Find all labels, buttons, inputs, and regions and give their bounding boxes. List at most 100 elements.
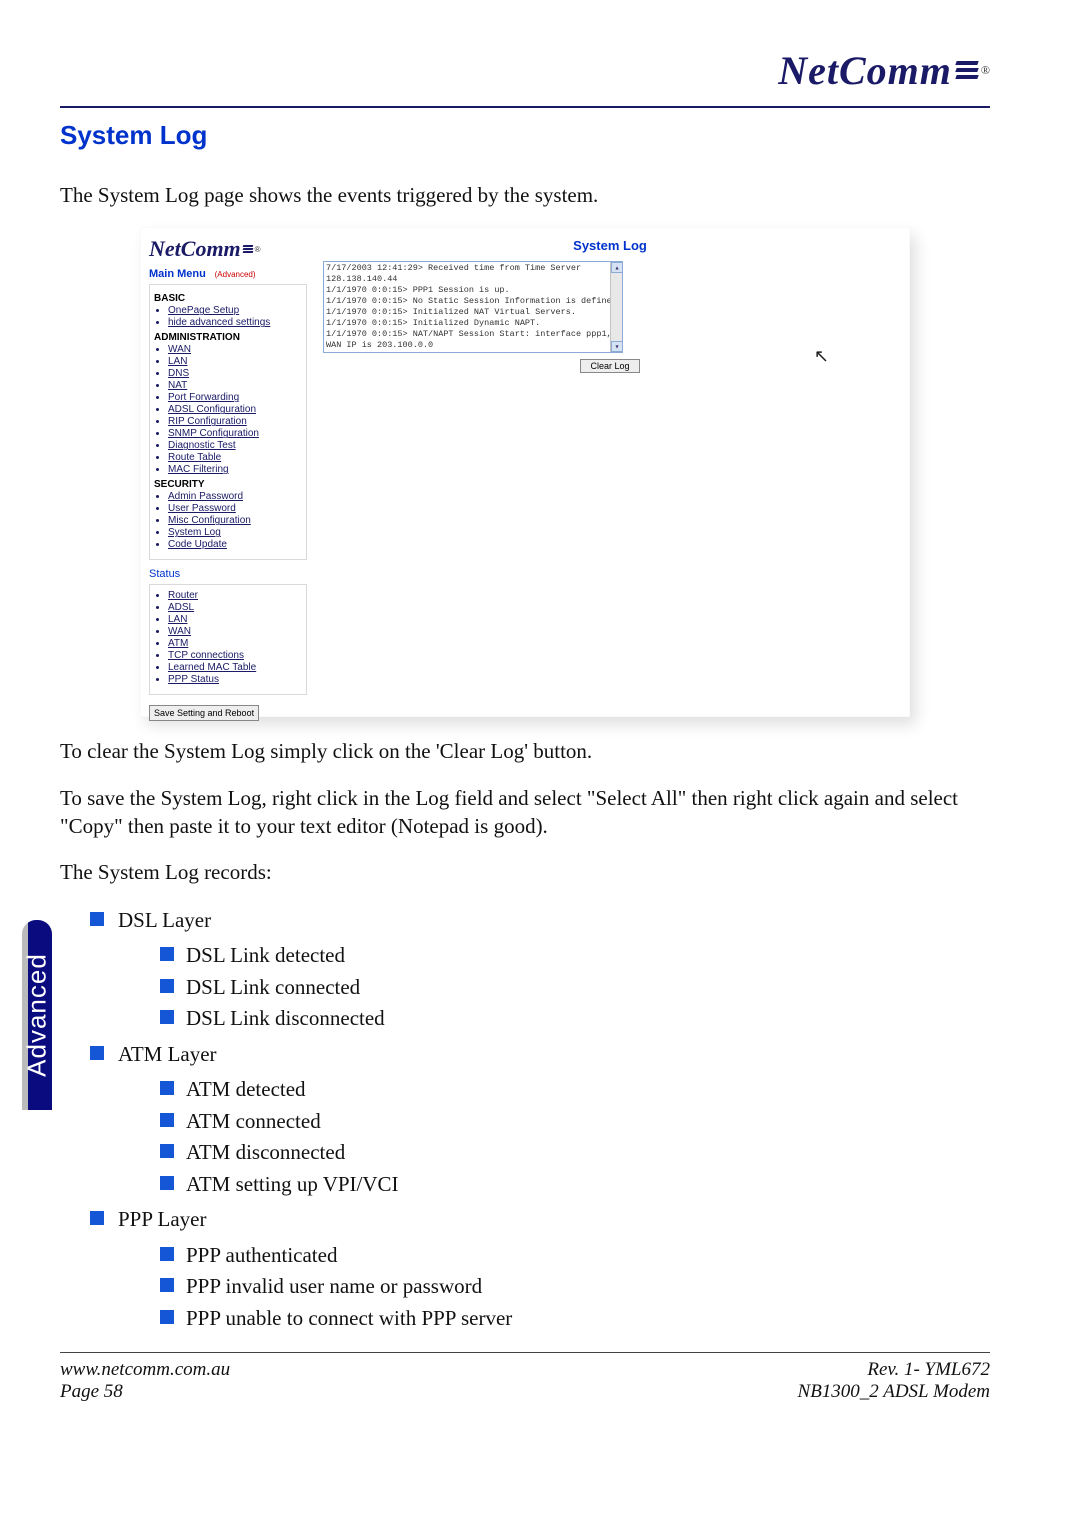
registered-mark-icon: ® — [981, 63, 990, 78]
sidebar-item[interactable]: Code Update — [168, 539, 302, 550]
sidebar-item[interactable]: ADSL — [168, 602, 302, 613]
panel-title: System Log — [323, 238, 897, 253]
log-line: 1/1/1970 0:0:15> PPP1: DNS Secondary IP … — [326, 351, 620, 353]
footer-right: Rev. 1- YML672 NB1300_2 ADSL Modem — [798, 1359, 990, 1403]
sidebar-link[interactable]: PPP Status — [168, 674, 219, 685]
sidebar-link[interactable]: MAC Filtering — [168, 464, 229, 475]
scroll-down-icon[interactable]: ▾ — [611, 341, 623, 352]
sidebar-item[interactable]: ADSL Configuration — [168, 404, 302, 415]
system-log-textarea[interactable]: 7/17/2003 12:41:29> Received time from T… — [323, 261, 623, 353]
section-tab: Advanced — [22, 920, 52, 1110]
sidebar-item[interactable]: SNMP Configuration — [168, 428, 302, 439]
sidebar-link[interactable]: Admin Password — [168, 491, 243, 502]
footer-page: Page 58 — [60, 1381, 230, 1403]
status-list: RouterADSLLANWANATMTCP connectionsLearne… — [168, 590, 302, 685]
sidebar-item[interactable]: Misc Configuration — [168, 515, 302, 526]
layer-subitem: ATM connected — [160, 1106, 990, 1138]
sidebar-link[interactable]: Router — [168, 590, 198, 601]
log-layers-list: DSL LayerDSL Link detectedDSL Link conne… — [90, 905, 990, 1335]
log-line: 1/1/1970 0:0:15> No Static Session Infor… — [326, 296, 620, 307]
intro-text: The System Log page shows the events tri… — [60, 181, 990, 209]
layer-subitem: ATM disconnected — [160, 1137, 990, 1169]
sidebar-link[interactable]: ADSL Configuration — [168, 404, 256, 415]
sidebar-link[interactable]: Learned MAC Table — [168, 662, 256, 673]
cursor-icon: ↖ — [814, 346, 829, 367]
page-footer: www.netcomm.com.au Page 58 Rev. 1- YML67… — [60, 1359, 990, 1403]
sidebar-link[interactable]: NAT — [168, 380, 187, 391]
sidebar-item[interactable]: Router — [168, 590, 302, 601]
router-screenshot: NetComm ® Main Menu (Advanced) BASIC One… — [140, 227, 910, 717]
sidebar-item[interactable]: NAT — [168, 380, 302, 391]
sidebar-link[interactable]: SNMP Configuration — [168, 428, 259, 439]
sidebar-link[interactable]: Diagnostic Test — [168, 440, 236, 451]
sidebar-item[interactable]: Route Table — [168, 452, 302, 463]
sidebar-link[interactable]: Code Update — [168, 539, 227, 550]
sidebar-item[interactable]: PPP Status — [168, 674, 302, 685]
sidebar-link[interactable]: DNS — [168, 368, 189, 379]
sidebar-box-status: RouterADSLLANWANATMTCP connectionsLearne… — [149, 584, 307, 695]
log-line: 1/1/1970 0:0:15> PPP1 Session is up. — [326, 285, 620, 296]
main-menu-sublabel: (Advanced) — [215, 270, 256, 279]
sidebar-link[interactable]: OnePage Setup — [168, 305, 239, 316]
sidebar-item[interactable]: Learned MAC Table — [168, 662, 302, 673]
sidebar-item[interactable]: Port Forwarding — [168, 392, 302, 403]
sidebar-item[interactable]: DNS — [168, 368, 302, 379]
sidebar-item[interactable]: hide advanced settings — [168, 317, 302, 328]
admin-list: WANLANDNSNATPort ForwardingADSL Configur… — [168, 344, 302, 475]
sidebar-link[interactable]: Route Table — [168, 452, 221, 463]
footer-left: www.netcomm.com.au Page 58 — [60, 1359, 230, 1403]
router-sidebar: NetComm ® Main Menu (Advanced) BASIC One… — [141, 228, 311, 716]
sidebar-item[interactable]: WAN — [168, 626, 302, 637]
sidebar-box-config: BASIC OnePage Setuphide advanced setting… — [149, 284, 307, 560]
layer-subitem: PPP unable to connect with PPP server — [160, 1303, 990, 1335]
scroll-up-icon[interactable]: ▴ — [611, 262, 623, 273]
layer-subitem: DSL Link detected — [160, 940, 990, 972]
registered-mark-icon: ® — [255, 245, 261, 254]
sidebar-item[interactable]: TCP connections — [168, 650, 302, 661]
router-main-panel: System Log 7/17/2003 12:41:29> Received … — [311, 228, 909, 716]
layer-subitem: DSL Link disconnected — [160, 1003, 990, 1035]
layer-sublist: ATM detectedATM connectedATM disconnecte… — [160, 1074, 990, 1200]
main-menu-label: Main Menu — [149, 268, 206, 280]
sidebar-item[interactable]: User Password — [168, 503, 302, 514]
section-tab-label: Advanced — [22, 953, 53, 1077]
sidebar-item[interactable]: WAN — [168, 344, 302, 355]
sidebar-item[interactable]: Diagnostic Test — [168, 440, 302, 451]
security-list: Admin PasswordUser PasswordMisc Configur… — [168, 491, 302, 550]
sidebar-item[interactable]: ATM — [168, 638, 302, 649]
sidebar-link[interactable]: WAN — [168, 626, 191, 637]
footer-url: www.netcomm.com.au — [60, 1359, 230, 1381]
sidebar-link[interactable]: Misc Configuration — [168, 515, 251, 526]
sidebar-link[interactable]: Port Forwarding — [168, 392, 239, 403]
brand-logo: NetComm ® — [778, 47, 990, 94]
sidebar-link[interactable]: TCP connections — [168, 650, 244, 661]
main-menu-heading: Main Menu (Advanced) — [149, 268, 307, 280]
sidebar-link[interactable]: ATM — [168, 638, 188, 649]
sidebar-item[interactable]: LAN — [168, 356, 302, 367]
clear-log-button[interactable]: Clear Log — [580, 359, 640, 373]
sidebar-item[interactable]: System Log — [168, 527, 302, 538]
sidebar-link[interactable]: LAN — [168, 614, 187, 625]
sidebar-link[interactable]: ADSL — [168, 602, 194, 613]
layer-subitem: ATM detected — [160, 1074, 990, 1106]
log-line: 128.138.140.44 — [326, 274, 620, 285]
sidebar-item[interactable]: Admin Password — [168, 491, 302, 502]
sidebar-item[interactable]: RIP Configuration — [168, 416, 302, 427]
sidebar-link[interactable]: RIP Configuration — [168, 416, 247, 427]
sidebar-link[interactable]: hide advanced settings — [168, 317, 270, 328]
footer-rev: Rev. 1- YML672 — [798, 1359, 990, 1381]
sidebar-item[interactable]: OnePage Setup — [168, 305, 302, 316]
status-heading: Status — [149, 568, 307, 580]
sidebar-link[interactable]: LAN — [168, 356, 187, 367]
sidebar-item[interactable]: MAC Filtering — [168, 464, 302, 475]
sidebar-item[interactable]: LAN — [168, 614, 302, 625]
sidebar-link[interactable]: WAN — [168, 344, 191, 355]
layer-item: PPP Layer — [90, 1204, 990, 1236]
sidebar-link[interactable]: System Log — [168, 527, 221, 538]
page-header: NetComm ® — [60, 40, 990, 100]
save-reboot-button[interactable]: Save Setting and Reboot — [149, 705, 259, 721]
layer-subitem: DSL Link connected — [160, 972, 990, 1004]
scrollbar[interactable]: ▴ ▾ — [610, 262, 622, 352]
router-brand-logo: NetComm ® — [149, 236, 307, 262]
sidebar-link[interactable]: User Password — [168, 503, 236, 514]
